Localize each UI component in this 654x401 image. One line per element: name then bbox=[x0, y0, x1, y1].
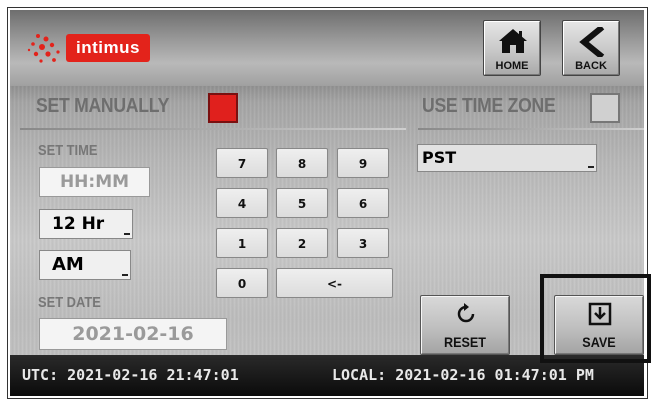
logo-dots-icon bbox=[27, 34, 60, 63]
time-settings-panel: intimus HOME BACK SET MANUALLY USE TIME … bbox=[10, 10, 644, 396]
save-button[interactable]: SAVE bbox=[554, 295, 644, 355]
back-button[interactable]: BACK bbox=[562, 20, 620, 76]
reset-button-label: RESET bbox=[443, 334, 487, 350]
dropdown-caret-icon bbox=[122, 271, 128, 276]
hour-format-value: 12 Hr bbox=[52, 214, 105, 234]
set-time-label: SET TIME bbox=[38, 142, 98, 159]
set-manually-checkbox[interactable] bbox=[208, 93, 238, 123]
status-bar: UTC: 2021-02-16 21:47:01 LOCAL: 2021-02-… bbox=[10, 355, 644, 396]
local-time-readout: LOCAL: 2021-02-16 01:47:01 PM bbox=[332, 366, 594, 384]
divider-left bbox=[20, 128, 406, 130]
keypad-key[interactable]: 4 bbox=[216, 188, 268, 218]
home-button[interactable]: HOME bbox=[483, 20, 541, 76]
keypad-key[interactable]: 6 bbox=[337, 188, 389, 218]
header-bar: intimus HOME BACK bbox=[10, 10, 644, 86]
hour-format-select[interactable]: 12 Hr bbox=[39, 209, 133, 239]
utc-time-readout: UTC: 2021-02-16 21:47:01 bbox=[22, 366, 239, 384]
save-button-label: SAVE bbox=[582, 334, 616, 350]
reset-button[interactable]: RESET bbox=[420, 295, 510, 355]
intimus-logo: intimus bbox=[24, 30, 156, 66]
set-date-label: SET DATE bbox=[38, 294, 101, 311]
keypad-key[interactable]: 1 bbox=[216, 228, 268, 258]
keypad-backspace-key[interactable]: <- bbox=[276, 268, 393, 298]
logo-wordmark: intimus bbox=[66, 34, 150, 62]
home-button-label: HOME bbox=[495, 60, 529, 72]
ampm-value: AM bbox=[52, 254, 84, 275]
save-download-icon bbox=[588, 302, 612, 326]
keypad-key[interactable]: 8 bbox=[276, 148, 328, 178]
keypad-key[interactable]: 2 bbox=[276, 228, 328, 258]
keypad-key[interactable]: 9 bbox=[337, 148, 389, 178]
use-time-zone-checkbox[interactable] bbox=[590, 93, 620, 123]
refresh-icon bbox=[457, 303, 475, 323]
date-input[interactable]: 2021-02-16 bbox=[39, 318, 227, 350]
keypad-key[interactable]: 0 bbox=[216, 268, 268, 298]
dropdown-caret-icon bbox=[124, 230, 130, 235]
chevron-left-icon bbox=[579, 27, 605, 57]
use-time-zone-label: USE TIME ZONE bbox=[422, 95, 556, 117]
time-zone-value: PST bbox=[422, 148, 457, 167]
time-zone-select[interactable]: PST bbox=[417, 144, 597, 172]
time-input[interactable]: HH:MM bbox=[39, 167, 150, 197]
keypad-key[interactable]: 7 bbox=[216, 148, 268, 178]
back-button-label: BACK bbox=[575, 60, 607, 72]
divider-right bbox=[418, 128, 644, 130]
keypad-key[interactable]: 3 bbox=[337, 228, 389, 258]
set-manually-label: SET MANUALLY bbox=[36, 95, 170, 117]
ampm-select[interactable]: AM bbox=[39, 250, 131, 280]
keypad-key[interactable]: 5 bbox=[276, 188, 328, 218]
home-icon bbox=[499, 29, 527, 53]
dropdown-caret-icon bbox=[588, 163, 594, 168]
